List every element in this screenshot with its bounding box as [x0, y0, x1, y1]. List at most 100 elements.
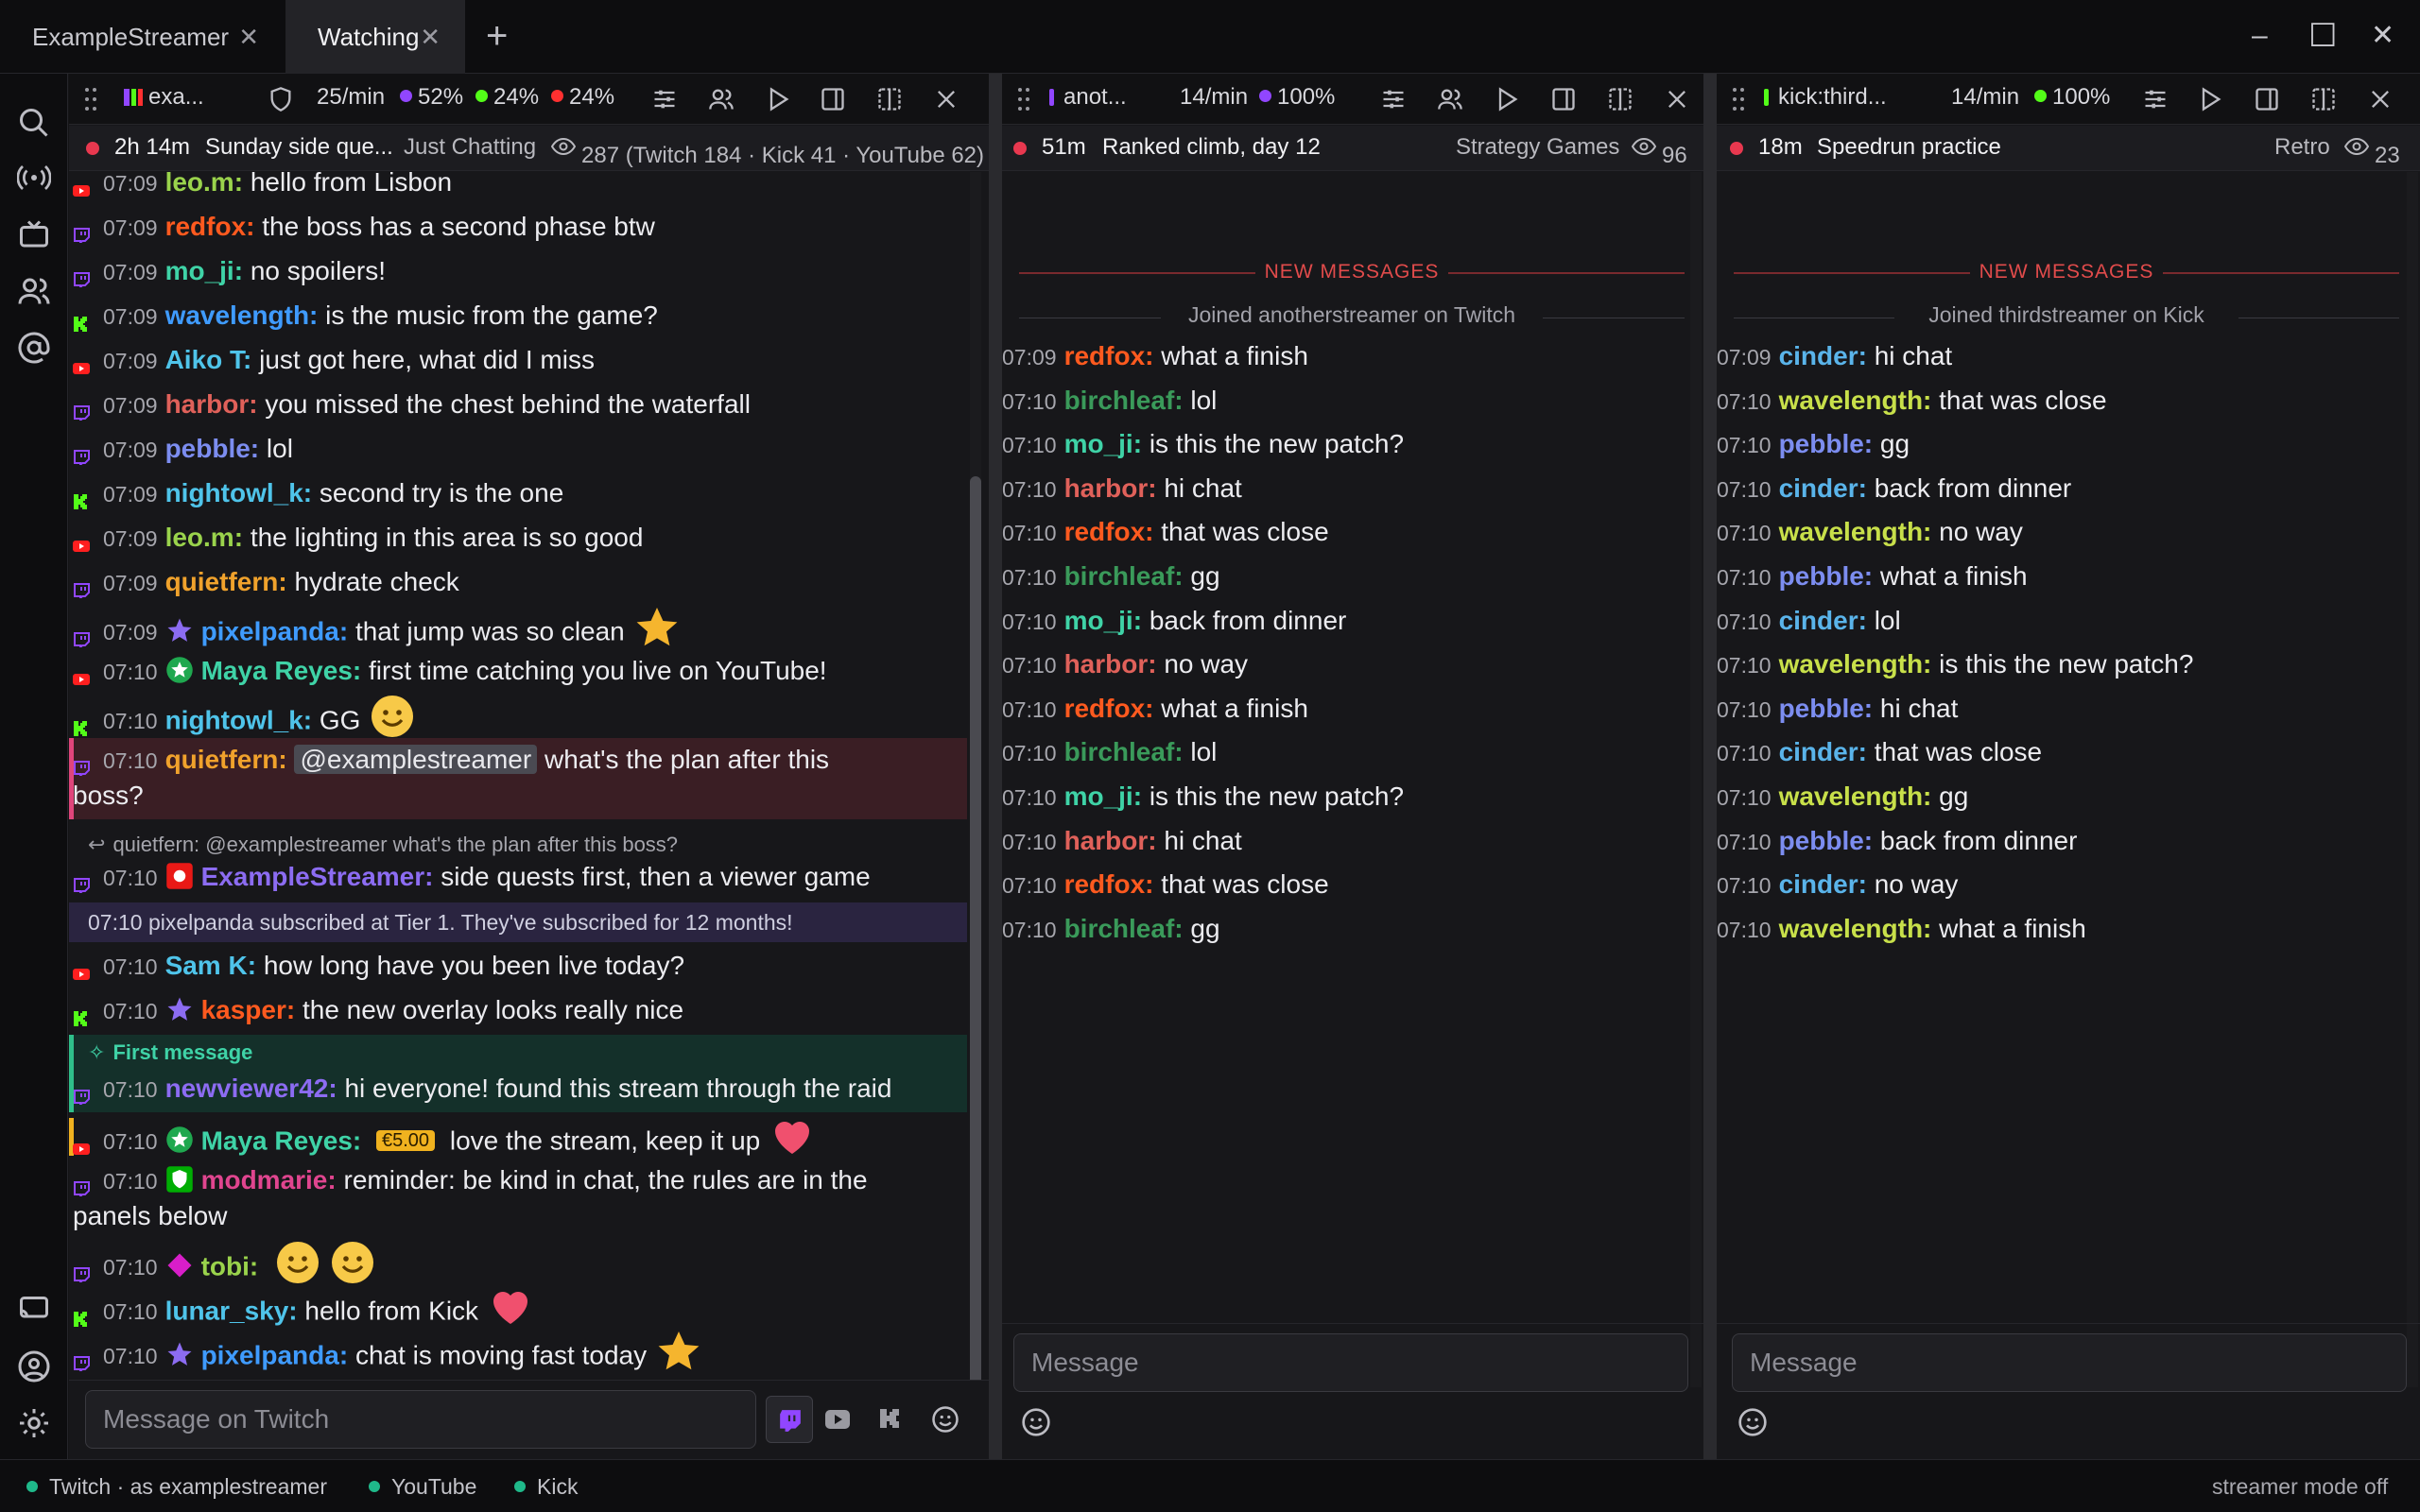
tab-watching[interactable]: Watching ✕	[285, 0, 465, 74]
chat-message[interactable]: 07:10 birchleaf: lol	[1002, 385, 1217, 418]
username[interactable]: nightowl_k:	[165, 705, 313, 734]
username[interactable]: nightowl_k:	[165, 478, 313, 507]
chat-message[interactable]: 07:10 wavelength: that was close	[1717, 385, 2107, 418]
chat-message[interactable]: 07:09 pixelpanda: that jump was so clean	[73, 608, 680, 656]
youtube-icon[interactable]	[825, 1409, 850, 1430]
chat-message[interactable]: 07:10 cinder: lol	[1717, 605, 1901, 638]
username[interactable]: ExampleStreamer:	[201, 862, 434, 891]
drag-handle-icon[interactable]	[1732, 87, 1745, 112]
youtube-status[interactable]: YouTube	[391, 1474, 476, 1500]
username[interactable]: Aiko T:	[165, 345, 252, 374]
username[interactable]: wavelength:	[1779, 517, 1932, 546]
username[interactable]: Maya Reyes:	[201, 1125, 362, 1155]
close-icon[interactable]	[1664, 86, 1690, 112]
chat-message[interactable]: 07:09 nightowl_k: second try is the one	[73, 477, 563, 510]
chat-message[interactable]: 07:10 redfox: that was close	[1002, 516, 1329, 549]
username[interactable]: harbor:	[1064, 649, 1157, 679]
close-window-icon[interactable]: ✕	[2371, 19, 2394, 53]
close-icon[interactable]: ✕	[420, 25, 441, 49]
username[interactable]: redfox:	[165, 212, 255, 241]
chat-message[interactable]: 07:10 tobi:	[73, 1242, 375, 1291]
chat-message[interactable]: 07:09 redfox: the boss has a second phase…	[73, 211, 655, 246]
twitch-status[interactable]: Twitch · as examplestreamer	[49, 1474, 327, 1500]
username[interactable]: pixelpanda:	[201, 616, 349, 645]
play-icon[interactable]	[1494, 86, 1520, 112]
drag-handle-icon[interactable]	[84, 87, 97, 112]
filters-icon[interactable]	[1380, 86, 1407, 112]
chat-message[interactable]: 07:10 redfox: that was close	[1002, 868, 1329, 902]
chat-message[interactable]: 07:10 wavelength: no way	[1717, 516, 2023, 549]
username[interactable]: wavelength:	[1779, 782, 1932, 811]
sidebar-icon[interactable]	[1550, 86, 1577, 112]
username[interactable]: pebble:	[1779, 561, 1874, 591]
username[interactable]: cinder:	[1779, 737, 1867, 766]
username[interactable]: mo_ji:	[1064, 606, 1142, 635]
username[interactable]: harbor:	[165, 389, 258, 419]
scrollbar[interactable]	[1690, 172, 1702, 1387]
maximize-icon[interactable]: ☐	[2308, 19, 2337, 53]
chat-message[interactable]: 07:10 mo_ji: is this the new patch?	[1002, 781, 1404, 814]
username[interactable]: cinder:	[1779, 606, 1867, 635]
scrollbar[interactable]	[2407, 172, 2418, 1387]
chat-message[interactable]: 07:10 Maya Reyes: €5.00 love the stream, …	[73, 1120, 815, 1165]
chat-message[interactable]: 07:10 pebble: gg	[1717, 428, 1910, 461]
split-icon[interactable]	[1607, 86, 1634, 112]
username[interactable]: redfox:	[1064, 869, 1154, 899]
close-icon[interactable]: ✕	[238, 25, 259, 49]
username[interactable]: mo_ji:	[165, 256, 243, 285]
close-icon[interactable]	[2367, 86, 2394, 112]
chat-message[interactable]: 07:09 harbor: you missed the chest behind…	[73, 388, 751, 423]
scrollbar[interactable]	[970, 172, 981, 1448]
sidebar-icon[interactable]	[2254, 86, 2280, 112]
chat-message[interactable]: 07:10 harbor: hi chat	[1002, 472, 1242, 506]
sidebar-icon[interactable]	[820, 86, 846, 112]
username[interactable]: quietfern:	[165, 745, 287, 774]
username[interactable]: pebble:	[1779, 826, 1874, 855]
scrollbar-thumb[interactable]	[970, 476, 981, 1431]
add-tab-icon[interactable]: +	[486, 17, 508, 55]
username[interactable]: pixelpanda:	[201, 1340, 349, 1369]
streamer-mode-status[interactable]: streamer mode off	[2212, 1474, 2388, 1500]
chat-message[interactable]: panels below	[73, 1200, 227, 1232]
split-icon[interactable]	[2310, 86, 2337, 112]
username[interactable]: tobi:	[201, 1251, 259, 1280]
username[interactable]: pebble:	[165, 434, 260, 463]
chat-message[interactable]: 07:10 pebble: back from dinner	[1717, 825, 2077, 858]
username[interactable]: birchleaf:	[1064, 914, 1184, 943]
emoji-icon[interactable]	[931, 1405, 959, 1434]
message-input[interactable]: Message on Twitch	[85, 1390, 756, 1449]
filters-icon[interactable]	[651, 86, 678, 112]
chat-message[interactable]: 07:10 modmarie: reminder: be kind in chat…	[73, 1164, 868, 1199]
username[interactable]: wavelength:	[165, 301, 319, 330]
users-icon[interactable]	[708, 86, 735, 112]
username[interactable]: redfox:	[1064, 341, 1154, 370]
broadcast-icon[interactable]	[17, 161, 51, 195]
cast-icon[interactable]	[17, 1291, 51, 1325]
username[interactable]: wavelength:	[1779, 914, 1932, 943]
message-input[interactable]: Message	[1013, 1333, 1688, 1392]
username[interactable]: harbor:	[1064, 473, 1157, 503]
username[interactable]: redfox:	[1064, 694, 1154, 723]
tab-examplestreamer[interactable]: ExampleStreamer ✕	[0, 0, 284, 74]
platform-twitch-button[interactable]	[766, 1396, 813, 1443]
panel-resizer[interactable]	[1703, 74, 1717, 1459]
users-icon[interactable]	[17, 274, 51, 308]
chat-message[interactable]: 07:10 cinder: no way	[1717, 868, 1958, 902]
chat-message[interactable]: 07:09 mo_ji: no spoilers!	[73, 255, 386, 290]
panel-resizer[interactable]	[989, 74, 1002, 1459]
kick-icon[interactable]	[878, 1407, 901, 1430]
chat-message[interactable]: 07:10 lunar_sky: hello from Kick	[73, 1290, 533, 1335]
username[interactable]: cinder:	[1779, 869, 1867, 899]
emoji-icon[interactable]	[1021, 1407, 1051, 1437]
chat-message[interactable]: 07:09 pebble: lol	[73, 433, 293, 468]
play-icon[interactable]	[765, 86, 791, 112]
username[interactable]: Maya Reyes:	[201, 656, 362, 685]
chat-message[interactable]: 07:09 cinder: hi chat	[1717, 340, 1952, 373]
username[interactable]: mo_ji:	[1064, 429, 1142, 458]
chat-message[interactable]: 07:10 pixelpanda: chat is moving fast tod…	[73, 1332, 701, 1380]
gear-icon[interactable]	[17, 1406, 51, 1440]
chat-message[interactable]: 07:10 birchleaf: gg	[1002, 913, 1220, 946]
message-input[interactable]: Message	[1732, 1333, 2407, 1392]
username[interactable]: cinder:	[1779, 341, 1867, 370]
username[interactable]: newviewer42:	[165, 1074, 337, 1103]
